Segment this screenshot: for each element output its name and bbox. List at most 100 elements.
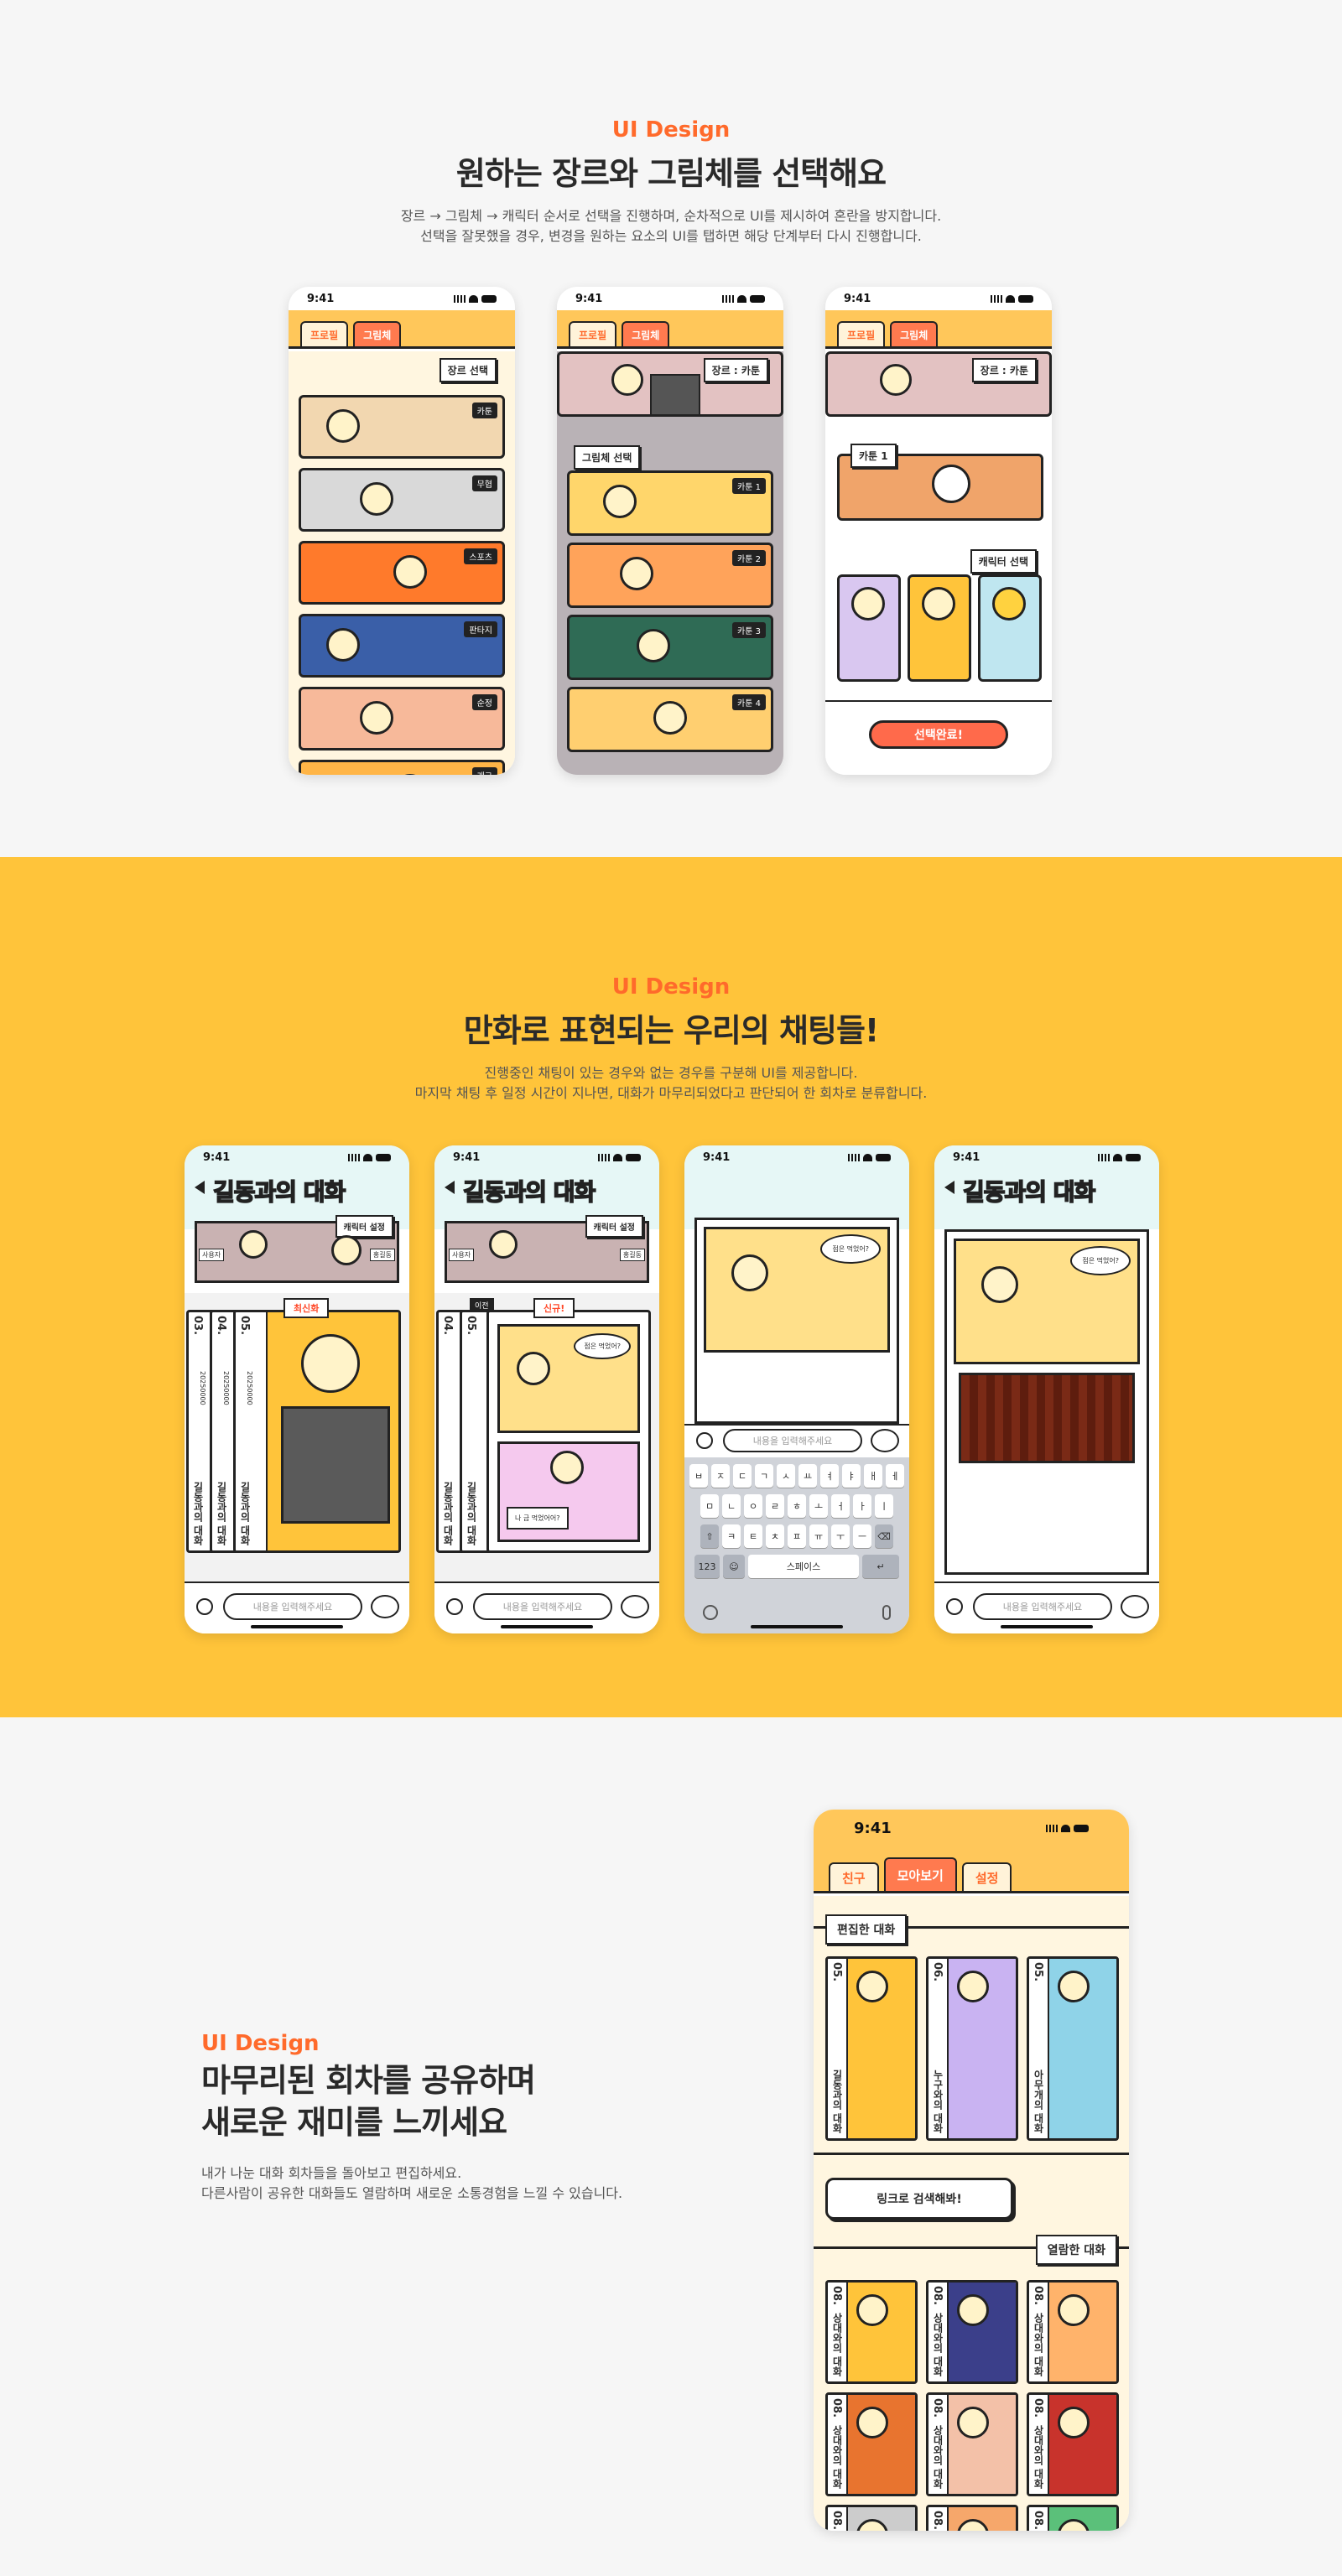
- episode-num: 04.: [215, 1316, 227, 1336]
- key[interactable]: ㅗ: [809, 1494, 828, 1518]
- back-arrow-icon[interactable]: [195, 1181, 205, 1194]
- genre-option-4[interactable]: 순정: [299, 687, 505, 750]
- key[interactable]: ㅌ: [744, 1524, 762, 1548]
- key[interactable]: ㄴ: [722, 1494, 741, 1518]
- browsed-card-6[interactable]: 08.상대와의 대화: [825, 2505, 918, 2531]
- character-face: [603, 485, 637, 518]
- speech-bubble-icon[interactable]: [371, 1595, 399, 1618]
- backspace-key-icon[interactable]: ⌫: [875, 1524, 893, 1548]
- chat-input[interactable]: 내용을 입력해주세요: [473, 1593, 612, 1620]
- status-bar: 9:41: [434, 1145, 659, 1169]
- settings-icon[interactable]: [446, 1598, 463, 1615]
- episode-date: 20250000: [199, 1371, 206, 1405]
- back-arrow-icon[interactable]: [445, 1181, 455, 1194]
- confirm-button[interactable]: 선택완료!: [869, 720, 1008, 749]
- key[interactable]: ㄱ: [755, 1464, 773, 1488]
- genre-option-1[interactable]: 무협: [299, 468, 505, 532]
- key[interactable]: ㅑ: [842, 1464, 861, 1488]
- key[interactable]: ㅎ: [788, 1494, 806, 1518]
- key[interactable]: ㅊ: [766, 1524, 784, 1548]
- browsed-card-4[interactable]: 08. 상대와의 대화: [926, 2392, 1018, 2496]
- browsed-card-8[interactable]: 08.상대와의 대화: [1027, 2505, 1119, 2531]
- link-search-button[interactable]: 링크로 검색해봐!: [825, 2178, 1013, 2220]
- chat-input[interactable]: 내용을 입력해주세요: [223, 1593, 362, 1620]
- back-arrow-icon[interactable]: [944, 1181, 954, 1194]
- key[interactable]: ㅁ: [700, 1494, 719, 1518]
- return-key-icon[interactable]: ↵: [862, 1555, 899, 1578]
- key[interactable]: ㅈ: [711, 1464, 730, 1488]
- character-setting-panel[interactable]: 캐릭터 설정 사용자 홍길동: [445, 1215, 649, 1283]
- chat-input[interactable]: 내용을 입력해주세요: [723, 1429, 862, 1452]
- style-result-label[interactable]: 카툰 1: [850, 444, 897, 468]
- key[interactable]: ㅡ: [853, 1524, 871, 1548]
- browsed-card-5[interactable]: 08. 상대와의 대화: [1027, 2392, 1119, 2496]
- character-option-1[interactable]: [837, 574, 901, 682]
- character-setting-panel[interactable]: 캐릭터 설정 사용자 홍길동: [195, 1215, 399, 1283]
- speech-bubble-icon[interactable]: [1121, 1595, 1149, 1618]
- tab-style[interactable]: 그림체: [622, 321, 670, 346]
- microphone-icon[interactable]: [882, 1605, 891, 1620]
- key[interactable]: ㅍ: [788, 1524, 806, 1548]
- settings-icon[interactable]: [196, 1598, 213, 1615]
- key[interactable]: ㅠ: [809, 1524, 828, 1548]
- shift-key-icon[interactable]: ⇧: [700, 1524, 719, 1548]
- style-option-0[interactable]: 카툰 1: [567, 470, 773, 536]
- settings-icon[interactable]: [946, 1598, 963, 1615]
- key[interactable]: ㅔ: [886, 1464, 904, 1488]
- genre-result-label[interactable]: 장르 : 카툰: [703, 358, 768, 382]
- edited-card-1[interactable]: 06. 누구와의 대화: [926, 1956, 1018, 2141]
- character-setting-label[interactable]: 캐릭터 설정: [335, 1215, 393, 1238]
- style-option-3[interactable]: 카툰 4: [567, 687, 773, 752]
- numbers-key[interactable]: 123: [694, 1555, 720, 1578]
- tab-profile[interactable]: 프로필: [837, 321, 886, 346]
- style-option-1[interactable]: 카툰 2: [567, 543, 773, 608]
- settings-icon[interactable]: [696, 1432, 713, 1449]
- key[interactable]: ㅜ: [831, 1524, 850, 1548]
- wifi-icon: [613, 1153, 622, 1161]
- character-setting-label[interactable]: 캐릭터 설정: [585, 1215, 643, 1238]
- new-episode-card[interactable]: 점은 먹었어? 나 금 먹었어어?: [486, 1310, 651, 1553]
- browsed-card-3[interactable]: 08. 상대와의 대화: [825, 2392, 918, 2496]
- key[interactable]: ㅐ: [864, 1464, 882, 1488]
- episode-card-05-latest[interactable]: 05. 20250000 길동과의 대화: [233, 1310, 401, 1553]
- tab-style[interactable]: 그림체: [890, 321, 939, 346]
- key[interactable]: ㅏ: [853, 1494, 871, 1518]
- browsed-card-2[interactable]: 08. 상대와의 대화: [1027, 2280, 1119, 2384]
- key[interactable]: ㄷ: [733, 1464, 752, 1488]
- globe-icon[interactable]: [703, 1605, 718, 1620]
- character-option-2[interactable]: [908, 574, 971, 682]
- key[interactable]: ㅓ: [831, 1494, 850, 1518]
- genre-result-label[interactable]: 장르 : 카툰: [971, 358, 1037, 382]
- edited-card-0[interactable]: 05. 길동과의 대화: [825, 1956, 918, 2141]
- genre-option-5[interactable]: 개그: [299, 760, 505, 775]
- key[interactable]: ㅕ: [820, 1464, 839, 1488]
- style-option-2[interactable]: 카툰 3: [567, 615, 773, 680]
- tab-collection[interactable]: 모아보기: [883, 1857, 957, 1891]
- tab-profile[interactable]: 프로필: [569, 321, 617, 346]
- key[interactable]: ㅛ: [798, 1464, 817, 1488]
- edited-card-2[interactable]: 05. 아무개의 대화: [1027, 1956, 1119, 2141]
- tab-style[interactable]: 그림체: [353, 321, 402, 346]
- browsed-card-0[interactable]: 08. 상대와의 대화: [825, 2280, 918, 2384]
- key[interactable]: ㅂ: [689, 1464, 708, 1488]
- browsed-card-1[interactable]: 08. 상대와의 대화: [926, 2280, 1018, 2384]
- speech-bubble-icon[interactable]: [621, 1595, 649, 1618]
- key[interactable]: ㅇ: [744, 1494, 762, 1518]
- tab-friends[interactable]: 친구: [829, 1862, 879, 1891]
- key[interactable]: ㄹ: [766, 1494, 784, 1518]
- character-option-3[interactable]: [978, 574, 1042, 682]
- tab-profile[interactable]: 프로필: [300, 321, 349, 346]
- key[interactable]: ㅋ: [722, 1524, 741, 1548]
- key[interactable]: ㅅ: [777, 1464, 795, 1488]
- speech-bubble-icon[interactable]: [871, 1429, 899, 1452]
- tab-settings[interactable]: 설정: [961, 1862, 1012, 1891]
- emoji-key-icon[interactable]: ☺: [723, 1555, 745, 1578]
- chat-input[interactable]: 내용을 입력해주세요: [973, 1593, 1112, 1620]
- space-key[interactable]: 스페이스: [748, 1555, 859, 1578]
- browsed-card-7[interactable]: 08.상대와의 대화: [926, 2505, 1018, 2531]
- episode-title: 상대와의 대화: [932, 2312, 944, 2376]
- genre-option-0[interactable]: 카툰: [299, 395, 505, 459]
- key[interactable]: ㅣ: [875, 1494, 893, 1518]
- genre-option-3[interactable]: 판타지: [299, 614, 505, 678]
- genre-option-2[interactable]: 스포츠: [299, 541, 505, 605]
